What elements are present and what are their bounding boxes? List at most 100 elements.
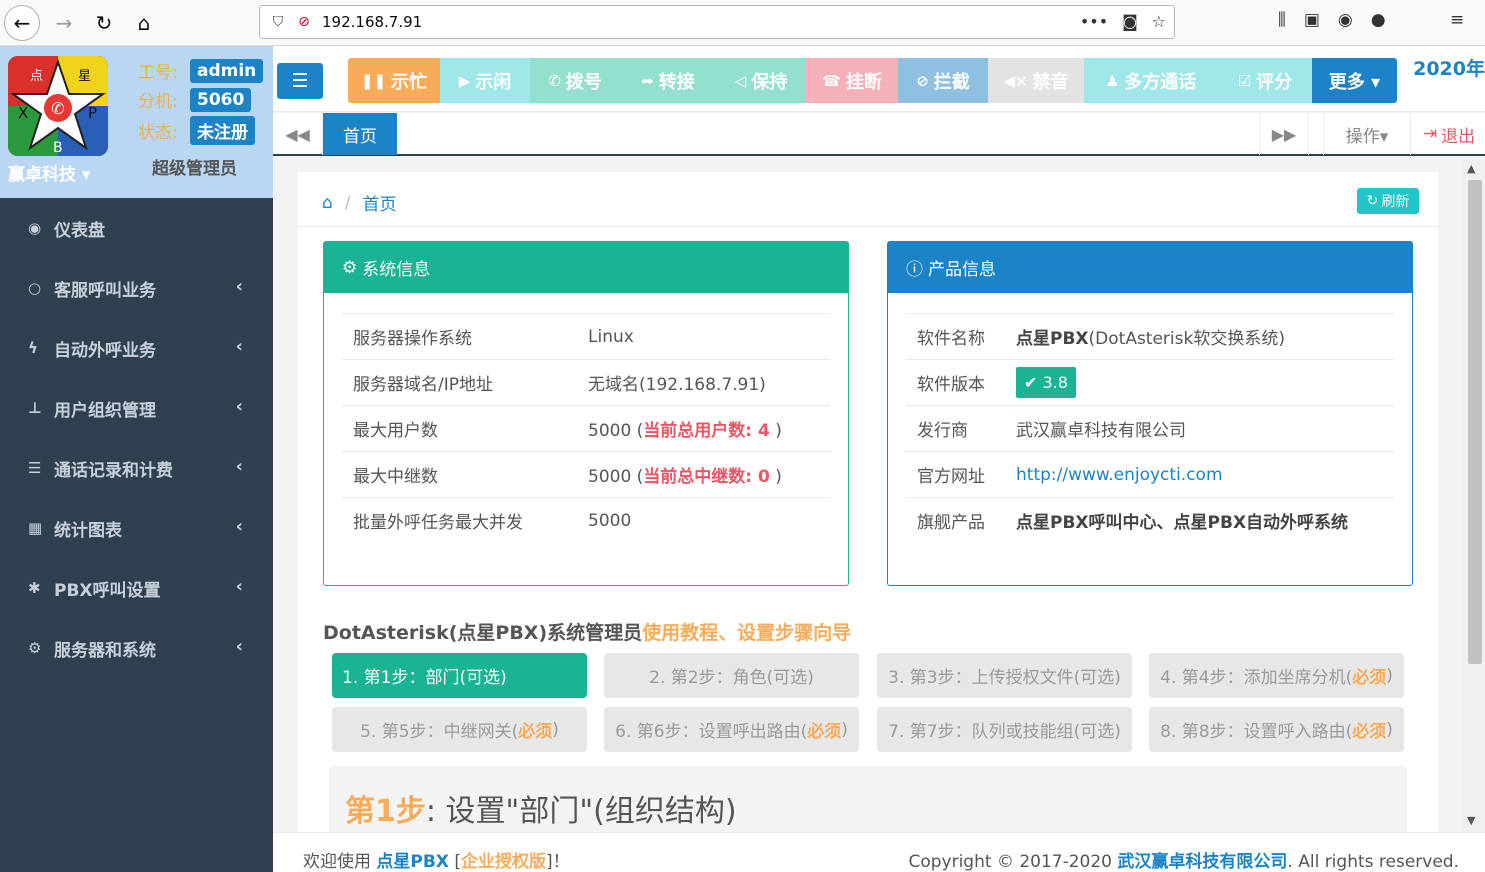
op-label: 转接 [658,71,695,93]
info-row: 发行商 武汉赢卓科技有限公司 [906,405,1394,451]
pause-icon: ❚❚ [360,71,387,90]
info-row: 软件名称 点星PBX(DotAsterisk软交换系统) [906,313,1394,359]
step-button[interactable]: 6. 第6步：设置呼出路由(必须) [604,707,859,752]
menu-icon[interactable]: ≡ [1450,10,1464,30]
step-button[interactable]: 5. 第5步：中继网关(必须) [332,707,587,752]
library-icon[interactable]: ⫼ [1278,10,1286,30]
scroll-up-icon[interactable]: ▲ [1467,162,1475,175]
step-label: 4. 第4步：添加坐席分机( [1160,668,1353,688]
sidebar-toggle-icon[interactable]: ▣ [1304,10,1320,30]
op-label: 评分 [1256,71,1293,93]
year-label: 2020年 [1413,58,1485,80]
sidebar-item[interactable]: ⚙ 服务器和系统 ‹ [0,618,273,678]
step-button[interactable]: 4. 第4步：添加坐席分机(必须) [1149,653,1404,698]
op-button[interactable]: 更多 ▾ [1312,58,1397,103]
required-tag: 必须 [1352,668,1387,688]
info-row: 服务器域名/IP地址 无域名(192.168.7.91) [342,359,830,405]
op-button[interactable]: ➦ 转接 [620,58,716,103]
bars-icon: ☰ [291,70,309,92]
op-label: 示闲 [475,71,512,93]
content-scrollbar[interactable]: ▲ ▼ [1463,160,1485,832]
back-button[interactable]: ← [4,5,40,41]
company-logo: ✆ 点 星 X P B [8,56,108,156]
refresh-label: 刷新 [1381,194,1410,210]
sitemap-icon: ⊥ [28,399,42,417]
insecure-lock-icon[interactable]: ⊘ [294,12,314,32]
step-button[interactable]: 7. 第7步：队列或技能组(可选) [877,707,1132,752]
info-row: 软件版本 ✔ 3.8 [906,359,1394,405]
op-label: 多方通话 [1124,71,1197,93]
op-button[interactable]: ◀× 禁音 [988,58,1084,103]
shield-icon[interactable]: ⛉ [268,12,288,32]
users-icon: ♟ [1105,71,1120,90]
pocket-icon[interactable]: ◙ [1122,12,1138,31]
sidebar-item[interactable]: ○ 客服呼叫业务 ‹ [0,258,273,318]
footer-bracket-right: ]！ [545,852,570,872]
tab-scroll-left-button[interactable]: ◀◀ [273,113,323,155]
reload-button[interactable]: ↻ [86,5,122,41]
call-toolbar: ☰ ❚❚ 示忙 ▶ 示闲 ✆ 拨号 ➦ 转接 ◁ 保持 ☎ 挂断 ⊘ 拦截 ◀× 禁音 ♟ 多方通话 ☑ 评分 更多 ▾… [273,46,1485,112]
paren: ( [631,467,644,487]
op-button[interactable]: ▶ 示闲 [440,58,530,103]
sidebar-item-label: 服务器和系统 [54,640,156,661]
asterisk-icon: ✱ [28,579,41,597]
op-button[interactable]: ♟ 多方通话 [1084,58,1218,103]
scroll-thumb[interactable] [1468,180,1482,664]
url-bar[interactable]: ⛉ ⊘ 192.168.7.91 ••• ◙ ☆ [259,5,1175,39]
op-button[interactable]: ⊘ 拦截 [898,58,988,103]
mute-icon: ◀× [1003,71,1028,90]
more-actions-icon[interactable]: ••• [1080,12,1108,31]
scroll-down-icon[interactable]: ▼ [1467,814,1475,827]
tab-home[interactable]: 首页 [323,113,397,155]
arrow-right-icon: → [55,11,73,35]
forward-button[interactable]: → [46,5,82,41]
url-text[interactable]: 192.168.7.91 [322,13,422,31]
logout-label: 退出 [1441,126,1476,147]
info-row-status: 状态: 未注册 [138,116,255,145]
op-button[interactable]: ☎ 挂断 [806,58,898,103]
sidebar-item[interactable]: ☰ 通话记录和计费 ‹ [0,438,273,498]
extension-icon[interactable]: ● [1371,10,1386,30]
product-info-panel: ⓘ 产品信息 软件名称 点星PBX(DotAsterisk软交换系统) 软件版本… [887,241,1413,586]
op-button[interactable]: ◁ 保持 [716,58,806,103]
refresh-button[interactable]: ↻ 刷新 [1357,188,1419,214]
row-key: 批量外呼任务最大并发 [353,513,523,533]
paren: ) [841,719,848,740]
website-link[interactable]: http://www.enjoycti.com [1016,465,1223,485]
tab-scroll-right-button[interactable]: ▶▶ [1259,113,1309,155]
sidebar-item[interactable]: ◉ 仪表盘 [0,198,273,258]
guide-title-link[interactable]: 使用教程、设置步骤向导 [642,622,851,644]
paren: ) [552,719,559,740]
op-button[interactable]: ☑ 评分 [1218,58,1312,103]
breadcrumb-current[interactable]: 首页 [363,190,397,215]
logout-button[interactable]: ⇥ 退出 [1413,113,1485,155]
step-detail-title: 第1步: 设置"部门"(组织结构) [345,786,737,830]
sidebar-item[interactable]: ▦ 统计图表 ‹ [0,498,273,558]
org-dropdown[interactable]: 赢卓科技 ▾ [8,160,90,185]
arrow-left-icon: ← [13,11,31,35]
row-key: 服务器域名/IP地址 [353,375,493,395]
play-icon: ▶ [458,71,471,90]
op-button[interactable]: ❚❚ 示忙 [348,58,440,103]
step-button[interactable]: 2. 第2步：角色(可选) [604,653,859,698]
step-button[interactable]: 3. 第3步：上传授权文件(可选) [877,653,1132,698]
tab-operations-dropdown[interactable]: 操作▾ [1323,113,1411,155]
row-value: 5000 [588,511,631,531]
step-button[interactable]: 1. 第1步：部门(可选) [332,653,587,698]
bookmark-star-icon[interactable]: ☆ [1152,12,1166,31]
chevron-left-icon: ‹ [235,636,243,657]
step-button[interactable]: 8. 第8步：设置呼入路由(必须) [1149,707,1404,752]
row-value: 点星PBX(DotAsterisk软交换系统) [1016,324,1285,349]
row-key: 最大用户数 [353,421,438,441]
sidebar-toggle-button[interactable]: ☰ [277,63,323,99]
account-icon[interactable]: ◉ [1338,10,1353,30]
op-button[interactable]: ✆ 拨号 [530,58,620,103]
panel-title: 产品信息 [928,260,996,280]
home-icon[interactable]: ⌂ [322,193,333,213]
home-button[interactable]: ⌂ [126,5,162,41]
sidebar-item[interactable]: ⊥ 用户组织管理 ‹ [0,378,273,438]
step-detail-box: 第1步: 设置"部门"(组织结构) [329,766,1407,832]
sidebar-item[interactable]: ✱ PBX呼叫设置 ‹ [0,558,273,618]
sidebar-item[interactable]: ϟ 自动外呼业务 ‹ [0,318,273,378]
row-value: 点星PBX呼叫中心、点星PBX自动外呼系统 [1016,513,1349,533]
